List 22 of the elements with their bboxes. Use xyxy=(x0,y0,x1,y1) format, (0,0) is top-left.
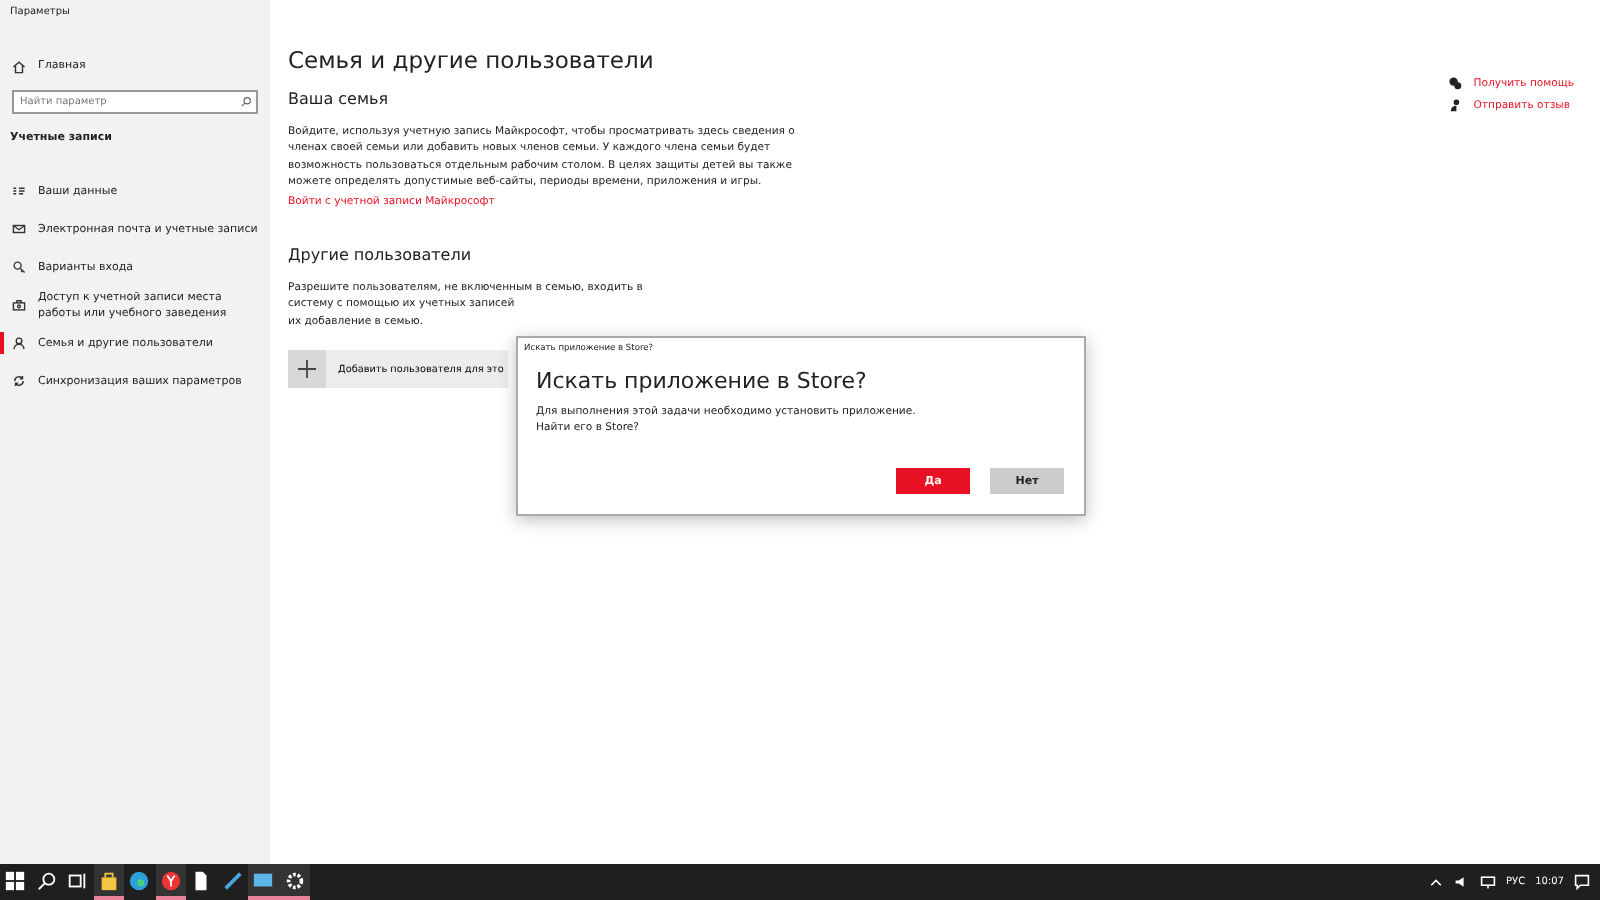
dialog-title: Искать приложение в Store? xyxy=(536,368,869,394)
section-heading: Другие пользователи xyxy=(288,246,474,265)
home-icon xyxy=(12,59,26,73)
chat-icon xyxy=(1447,76,1462,90)
section-heading: Ваша семья xyxy=(288,90,391,108)
list-icon xyxy=(12,184,26,198)
person-icon xyxy=(1447,98,1462,112)
notification-icon[interactable] xyxy=(1574,874,1590,890)
page-title: Семья и другие пользователи xyxy=(288,46,656,74)
plus-icon xyxy=(298,360,316,379)
network-icon[interactable] xyxy=(1480,874,1497,890)
monitor-taskbar-icon[interactable] xyxy=(248,864,279,900)
store-taskbar-icon[interactable] xyxy=(93,864,124,900)
chevron-up-icon[interactable] xyxy=(1428,874,1445,890)
envelope-icon xyxy=(12,222,26,236)
person-icon xyxy=(12,336,26,350)
sync-icon xyxy=(12,374,26,388)
key-icon xyxy=(12,260,26,274)
search-icon xyxy=(240,96,252,108)
yandex-taskbar-icon[interactable] xyxy=(155,864,186,900)
briefcase-icon xyxy=(12,298,26,312)
settings-taskbar-icon[interactable] xyxy=(279,864,310,900)
